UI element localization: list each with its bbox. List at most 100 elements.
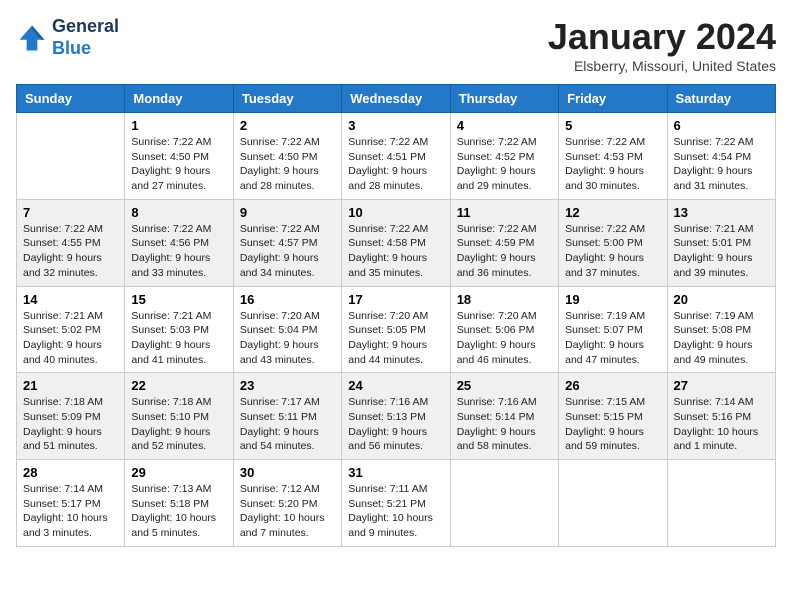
day-number: 19: [565, 292, 660, 307]
calendar-cell: 11 Sunrise: 7:22 AMSunset: 4:59 PMDayligh…: [450, 199, 558, 286]
day-info: Sunrise: 7:22 AMSunset: 4:59 PMDaylight:…: [457, 222, 552, 281]
day-number: 9: [240, 205, 335, 220]
logo-icon: [16, 22, 48, 54]
calendar-cell: 28 Sunrise: 7:14 AMSunset: 5:17 PMDayligh…: [17, 460, 125, 547]
day-number: 12: [565, 205, 660, 220]
day-number: 23: [240, 378, 335, 393]
day-info: Sunrise: 7:20 AMSunset: 5:04 PMDaylight:…: [240, 309, 335, 368]
day-info: Sunrise: 7:13 AMSunset: 5:18 PMDaylight:…: [131, 482, 226, 541]
day-number: 30: [240, 465, 335, 480]
day-info: Sunrise: 7:22 AMSunset: 5:00 PMDaylight:…: [565, 222, 660, 281]
weekday-header-saturday: Saturday: [667, 85, 775, 113]
day-number: 18: [457, 292, 552, 307]
calendar-cell: 9 Sunrise: 7:22 AMSunset: 4:57 PMDaylight…: [233, 199, 341, 286]
weekday-header-thursday: Thursday: [450, 85, 558, 113]
day-info: Sunrise: 7:19 AMSunset: 5:07 PMDaylight:…: [565, 309, 660, 368]
calendar-cell: 21 Sunrise: 7:18 AMSunset: 5:09 PMDayligh…: [17, 373, 125, 460]
weekday-header-tuesday: Tuesday: [233, 85, 341, 113]
header: General Blue January 2024 Elsberry, Miss…: [16, 16, 776, 74]
weekday-header-sunday: Sunday: [17, 85, 125, 113]
calendar-cell: 26Sunrise: 7:15 AMSunset: 5:15 PMDayligh…: [559, 373, 667, 460]
day-number: 28: [23, 465, 118, 480]
day-info: Sunrise: 7:12 AMSunset: 5:20 PMDaylight:…: [240, 482, 335, 541]
day-number: 6: [674, 118, 769, 133]
day-number: 17: [348, 292, 443, 307]
logo-text-general: General: [52, 16, 119, 38]
calendar-cell: 4 Sunrise: 7:22 AMSunset: 4:52 PMDaylight…: [450, 113, 558, 200]
day-info: Sunrise: 7:22 AMSunset: 4:50 PMDaylight:…: [240, 135, 335, 194]
day-number: 16: [240, 292, 335, 307]
day-number: 20: [674, 292, 769, 307]
day-number: 24: [348, 378, 443, 393]
logo: General Blue: [16, 16, 119, 59]
calendar-cell: 8 Sunrise: 7:22 AMSunset: 4:56 PMDaylight…: [125, 199, 233, 286]
weekday-header-friday: Friday: [559, 85, 667, 113]
calendar-week-row: 28 Sunrise: 7:14 AMSunset: 5:17 PMDayligh…: [17, 460, 776, 547]
day-number: 2: [240, 118, 335, 133]
day-number: 4: [457, 118, 552, 133]
calendar-cell: 6 Sunrise: 7:22 AMSunset: 4:54 PMDaylight…: [667, 113, 775, 200]
calendar-header: SundayMondayTuesdayWednesdayThursdayFrid…: [17, 85, 776, 113]
day-number: 5: [565, 118, 660, 133]
title-area: January 2024 Elsberry, Missouri, United …: [548, 16, 776, 74]
calendar-cell: 12 Sunrise: 7:22 AMSunset: 5:00 PMDayligh…: [559, 199, 667, 286]
day-number: 8: [131, 205, 226, 220]
day-info: Sunrise: 7:20 AMSunset: 5:06 PMDaylight:…: [457, 309, 552, 368]
day-number: 10: [348, 205, 443, 220]
calendar-cell: 31Sunrise: 7:11 AMSunset: 5:21 PMDayligh…: [342, 460, 450, 547]
calendar-cell: 7 Sunrise: 7:22 AMSunset: 4:55 PMDaylight…: [17, 199, 125, 286]
day-number: 26: [565, 378, 660, 393]
day-info: Sunrise: 7:18 AMSunset: 5:10 PMDaylight:…: [131, 395, 226, 454]
day-number: 3: [348, 118, 443, 133]
calendar-subtitle: Elsberry, Missouri, United States: [548, 58, 776, 74]
calendar-cell: 2 Sunrise: 7:22 AMSunset: 4:50 PMDaylight…: [233, 113, 341, 200]
calendar-cell: 5 Sunrise: 7:22 AMSunset: 4:53 PMDaylight…: [559, 113, 667, 200]
calendar-cell: 16 Sunrise: 7:20 AMSunset: 5:04 PMDayligh…: [233, 286, 341, 373]
calendar-week-row: 7 Sunrise: 7:22 AMSunset: 4:55 PMDaylight…: [17, 199, 776, 286]
calendar-cell: 30 Sunrise: 7:12 AMSunset: 5:20 PMDayligh…: [233, 460, 341, 547]
day-info: Sunrise: 7:22 AMSunset: 4:52 PMDaylight:…: [457, 135, 552, 194]
day-info: Sunrise: 7:22 AMSunset: 4:53 PMDaylight:…: [565, 135, 660, 194]
day-info: Sunrise: 7:22 AMSunset: 4:56 PMDaylight:…: [131, 222, 226, 281]
day-number: 21: [23, 378, 118, 393]
calendar-cell: 18 Sunrise: 7:20 AMSunset: 5:06 PMDayligh…: [450, 286, 558, 373]
calendar-week-row: 14Sunrise: 7:21 AMSunset: 5:02 PMDayligh…: [17, 286, 776, 373]
day-number: 11: [457, 205, 552, 220]
day-info: Sunrise: 7:22 AMSunset: 4:54 PMDaylight:…: [674, 135, 769, 194]
calendar-cell: 13Sunrise: 7:21 AMSunset: 5:01 PMDayligh…: [667, 199, 775, 286]
calendar-cell: 14Sunrise: 7:21 AMSunset: 5:02 PMDayligh…: [17, 286, 125, 373]
day-info: Sunrise: 7:21 AMSunset: 5:03 PMDaylight:…: [131, 309, 226, 368]
weekday-header-wednesday: Wednesday: [342, 85, 450, 113]
day-info: Sunrise: 7:20 AMSunset: 5:05 PMDaylight:…: [348, 309, 443, 368]
day-info: Sunrise: 7:22 AMSunset: 4:50 PMDaylight:…: [131, 135, 226, 194]
calendar-cell: [667, 460, 775, 547]
day-info: Sunrise: 7:17 AMSunset: 5:11 PMDaylight:…: [240, 395, 335, 454]
day-number: 1: [131, 118, 226, 133]
day-info: Sunrise: 7:16 AMSunset: 5:13 PMDaylight:…: [348, 395, 443, 454]
calendar-cell: [559, 460, 667, 547]
calendar-cell: 24 Sunrise: 7:16 AMSunset: 5:13 PMDayligh…: [342, 373, 450, 460]
calendar-week-row: 21 Sunrise: 7:18 AMSunset: 5:09 PMDayligh…: [17, 373, 776, 460]
day-info: Sunrise: 7:18 AMSunset: 5:09 PMDaylight:…: [23, 395, 118, 454]
day-info: Sunrise: 7:14 AMSunset: 5:17 PMDaylight:…: [23, 482, 118, 541]
calendar-body: 1 Sunrise: 7:22 AMSunset: 4:50 PMDaylight…: [17, 113, 776, 547]
day-number: 15: [131, 292, 226, 307]
calendar-cell: [450, 460, 558, 547]
day-info: Sunrise: 7:22 AMSunset: 4:57 PMDaylight:…: [240, 222, 335, 281]
logo-text-blue: Blue: [52, 38, 119, 60]
calendar-cell: 27Sunrise: 7:14 AMSunset: 5:16 PMDayligh…: [667, 373, 775, 460]
calendar-title: January 2024: [548, 16, 776, 58]
day-info: Sunrise: 7:22 AMSunset: 4:58 PMDaylight:…: [348, 222, 443, 281]
calendar-cell: 1 Sunrise: 7:22 AMSunset: 4:50 PMDaylight…: [125, 113, 233, 200]
day-number: 29: [131, 465, 226, 480]
calendar-cell: 22Sunrise: 7:18 AMSunset: 5:10 PMDayligh…: [125, 373, 233, 460]
day-info: Sunrise: 7:16 AMSunset: 5:14 PMDaylight:…: [457, 395, 552, 454]
day-number: 7: [23, 205, 118, 220]
calendar-cell: 19 Sunrise: 7:19 AMSunset: 5:07 PMDayligh…: [559, 286, 667, 373]
day-number: 25: [457, 378, 552, 393]
day-info: Sunrise: 7:22 AMSunset: 4:55 PMDaylight:…: [23, 222, 118, 281]
day-number: 14: [23, 292, 118, 307]
calendar-cell: 17 Sunrise: 7:20 AMSunset: 5:05 PMDayligh…: [342, 286, 450, 373]
day-number: 27: [674, 378, 769, 393]
day-number: 31: [348, 465, 443, 480]
